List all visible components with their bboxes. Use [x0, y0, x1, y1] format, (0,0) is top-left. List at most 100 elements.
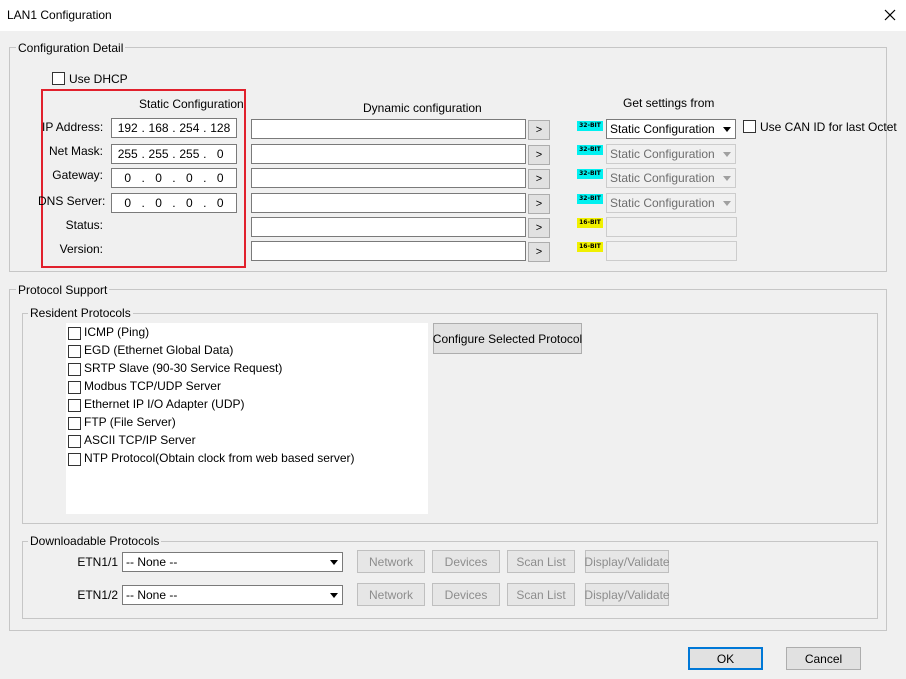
etn1-1-display-validate-button[interactable]: Display/Validate	[584, 550, 670, 573]
etn1-1-select[interactable]: -- None --	[122, 552, 343, 572]
title-bar	[0, 0, 906, 31]
protocol-label: ASCII TCP/IP Server	[84, 433, 196, 447]
dynamic-status-field[interactable]	[251, 217, 526, 237]
protocol-support-label: Protocol Support	[16, 283, 110, 297]
dynamic-ip-address-field[interactable]	[251, 119, 526, 139]
gateway-field[interactable]: 0. 0. 0. 0	[111, 168, 237, 188]
ip-octet: 168	[148, 121, 169, 135]
resident-protocols-label: Resident Protocols	[28, 306, 133, 320]
dns-octet: 0	[216, 196, 224, 210]
ip-address-source-select[interactable]: Static Configuration	[606, 119, 736, 139]
ip-address-source-value: Static Configuration	[610, 122, 715, 136]
ip-address-field[interactable]: 192. 168. 254. 128	[111, 118, 237, 138]
close-button[interactable]	[876, 3, 904, 27]
chevron-down-icon	[718, 120, 735, 138]
etn1-2-network-button[interactable]: Network	[357, 583, 425, 606]
use-can-id-checkbox[interactable]	[743, 120, 756, 133]
dynamic-net-mask-field[interactable]	[251, 144, 526, 164]
gateway-octet: 0	[186, 171, 193, 185]
configure-selected-protocol-button[interactable]: Configure Selected Protocol	[433, 323, 582, 354]
protocol-checkbox[interactable]	[68, 363, 81, 376]
get-settings-header: Get settings from	[623, 96, 715, 110]
dynamic-version-field[interactable]	[251, 241, 526, 261]
32-bit-badge-icon: 32-BIT	[577, 121, 603, 131]
net-mask-field[interactable]: 255. 255. 255. 0	[111, 144, 237, 164]
gateway-arrow-button[interactable]: >	[528, 169, 550, 189]
protocol-checkbox[interactable]	[68, 327, 81, 340]
dns-octet: 0	[186, 196, 193, 210]
chevron-down-icon	[718, 145, 735, 163]
protocol-label: EGD (Ethernet Global Data)	[84, 343, 234, 357]
etn1-2-scan-list-button[interactable]: Scan List	[507, 583, 575, 606]
etn1-2-display-validate-button[interactable]: Display/Validate	[584, 583, 670, 606]
etn1-2-select[interactable]: -- None --	[122, 585, 343, 605]
protocol-label: ICMP (Ping)	[84, 325, 150, 339]
net-mask-source-select[interactable]: Static Configuration	[606, 144, 736, 164]
mask-octet: 255	[117, 147, 138, 161]
window-title: LAN1 Configuration	[7, 8, 112, 22]
status-source-field	[606, 217, 737, 237]
mask-octet: 255	[148, 147, 169, 161]
dynamic-gateway-field[interactable]	[251, 168, 526, 188]
etn1-1-value: -- None --	[126, 555, 178, 569]
protocol-checkbox[interactable]	[68, 345, 81, 358]
status-arrow-button[interactable]: >	[528, 218, 550, 238]
chevron-down-icon	[325, 553, 342, 571]
protocol-checkbox[interactable]	[68, 417, 81, 430]
version-arrow-button[interactable]: >	[528, 242, 550, 262]
gateway-source-value: Static Configuration	[610, 171, 715, 185]
ip-address-arrow-button[interactable]: >	[528, 120, 550, 140]
ip-address-label: IP Address:	[42, 120, 104, 134]
status-label: Status:	[65, 218, 103, 232]
dns-server-source-select[interactable]: Static Configuration	[606, 193, 736, 213]
configuration-detail-label: Configuration Detail	[16, 41, 126, 55]
dns-server-arrow-button[interactable]: >	[528, 194, 550, 214]
protocol-label: Modbus TCP/UDP Server	[84, 379, 221, 393]
cancel-button[interactable]: Cancel	[786, 647, 861, 670]
32-bit-badge-icon: 32-BIT	[577, 194, 603, 204]
ip-octet: 192	[117, 121, 138, 135]
dynamic-config-header: Dynamic configuration	[363, 101, 482, 115]
version-label: Version:	[59, 242, 103, 256]
etn1-1-label: ETN1/1	[77, 555, 118, 569]
chevron-down-icon	[718, 169, 735, 187]
ok-button[interactable]: OK	[688, 647, 763, 670]
protocol-checkbox[interactable]	[68, 453, 81, 466]
ip-octet: 254	[179, 121, 200, 135]
dns-server-source-value: Static Configuration	[610, 196, 715, 210]
protocol-checkbox[interactable]	[68, 435, 81, 448]
use-can-id-label: Use CAN ID for last Octet	[760, 120, 897, 134]
gateway-source-select[interactable]: Static Configuration	[606, 168, 736, 188]
dns-server-field[interactable]: 0. 0. 0. 0	[111, 193, 237, 213]
protocol-checkbox[interactable]	[68, 381, 81, 394]
net-mask-source-value: Static Configuration	[610, 147, 715, 161]
32-bit-badge-icon: 32-BIT	[577, 145, 603, 155]
downloadable-protocols-label: Downloadable Protocols	[28, 534, 162, 548]
chevron-down-icon	[325, 586, 342, 604]
gateway-octet: 0	[155, 171, 162, 185]
net-mask-arrow-button[interactable]: >	[528, 145, 550, 165]
mask-octet: 255	[179, 147, 200, 161]
close-icon	[884, 9, 896, 21]
etn1-1-devices-button[interactable]: Devices	[432, 550, 500, 573]
protocol-label: SRTP Slave (90-30 Service Request)	[84, 361, 283, 375]
dns-server-label: DNS Server:	[38, 194, 106, 208]
gateway-octet: 0	[216, 171, 224, 185]
etn1-1-network-button[interactable]: Network	[357, 550, 425, 573]
gateway-octet: 0	[124, 171, 132, 185]
use-dhcp-label: Use DHCP	[69, 72, 128, 86]
gateway-label: Gateway:	[52, 168, 103, 182]
mask-octet: 0	[216, 147, 224, 161]
16-bit-badge-icon: 16-BIT	[577, 218, 603, 228]
dynamic-dns-server-field[interactable]	[251, 193, 526, 213]
protocol-checkbox[interactable]	[68, 399, 81, 412]
etn1-2-devices-button[interactable]: Devices	[432, 583, 500, 606]
etn1-2-value: -- None --	[126, 588, 178, 602]
16-bit-badge-icon: 16-BIT	[577, 242, 603, 252]
dns-octet: 0	[124, 196, 132, 210]
version-source-field	[606, 241, 737, 261]
protocol-label: NTP Protocol(Obtain clock from web based…	[84, 451, 355, 465]
use-dhcp-checkbox[interactable]	[52, 72, 65, 85]
etn1-1-scan-list-button[interactable]: Scan List	[507, 550, 575, 573]
dns-octet: 0	[155, 196, 162, 210]
